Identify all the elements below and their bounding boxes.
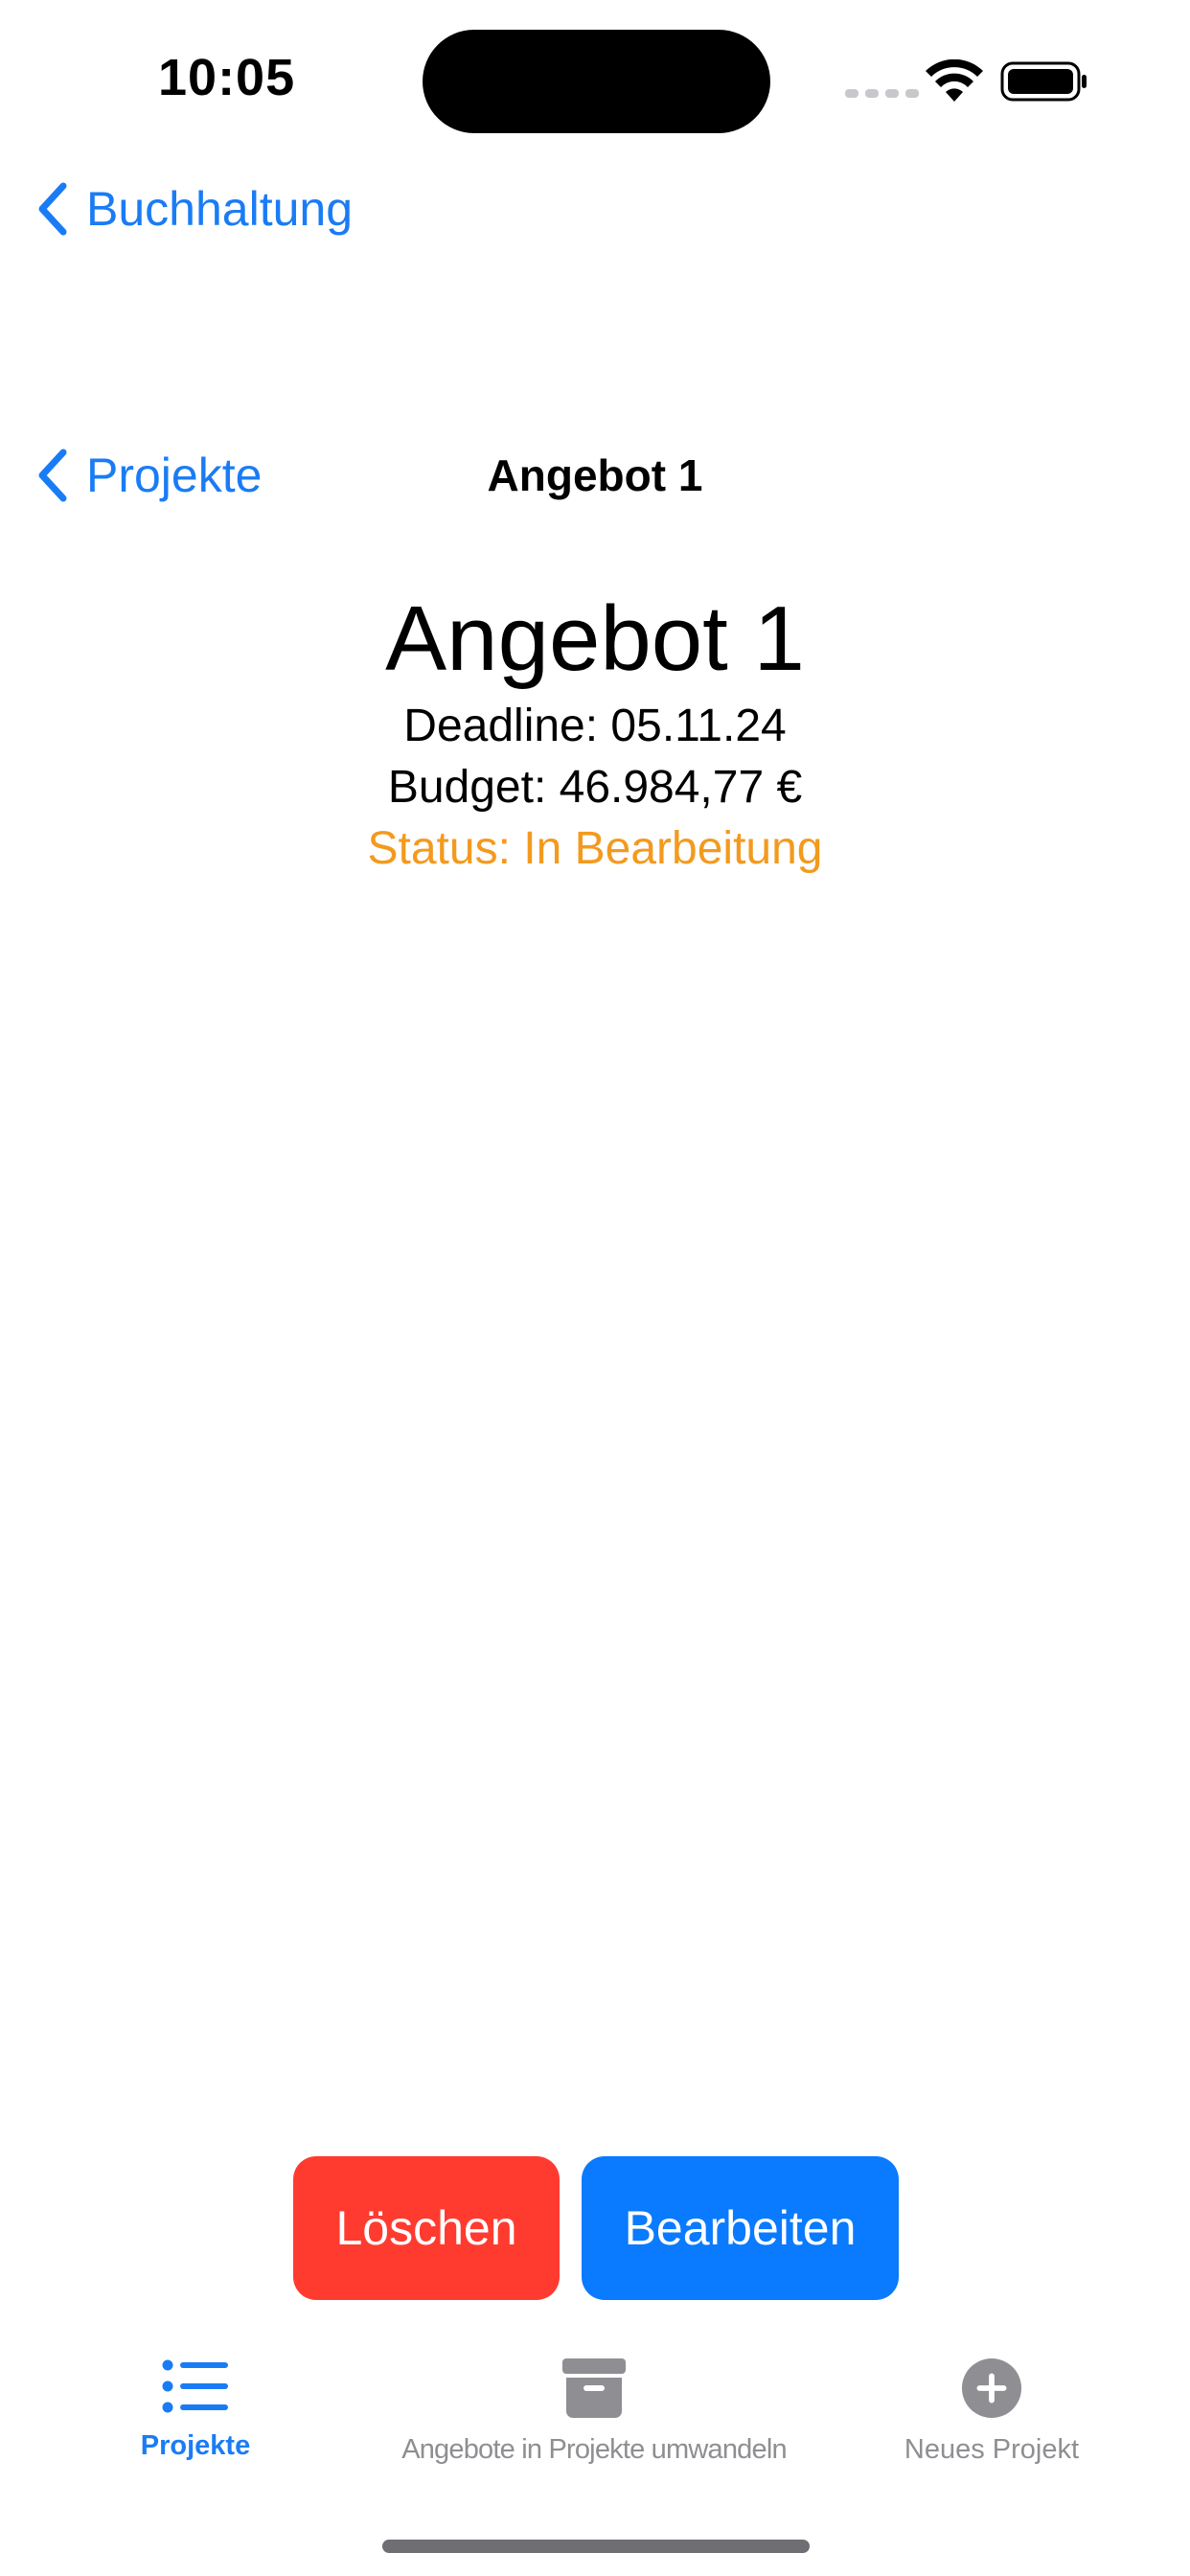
wifi-icon xyxy=(926,59,983,102)
tab-neues-projekt[interactable]: Neues Projekt xyxy=(862,2358,1121,2466)
cellular-signal-icon xyxy=(845,89,919,98)
status-time: 10:05 xyxy=(158,49,296,106)
plus-circle-icon xyxy=(961,2358,1022,2419)
archive-box-icon xyxy=(562,2358,626,2418)
list-bullet-icon xyxy=(162,2359,228,2413)
back-button-label: Buchhaltung xyxy=(86,182,354,236)
offer-title: Angebot 1 xyxy=(385,587,805,690)
nav-title: Angebot 1 xyxy=(487,450,703,500)
tab-projekte[interactable]: Projekte xyxy=(100,2358,291,2462)
tab-label: Angebote in Projekte umwandeln xyxy=(401,2434,787,2465)
battery-icon xyxy=(1000,61,1087,102)
status-text: Status: In Bearbeitung xyxy=(367,823,823,874)
chevron-left-icon xyxy=(38,182,67,236)
edit-button[interactable]: Bearbeiten xyxy=(582,2156,899,2300)
back-button-buchhaltung[interactable]: Buchhaltung xyxy=(34,180,353,238)
tab-label: Neues Projekt xyxy=(904,2434,1080,2465)
tab-angebote-umwandeln[interactable]: Angebote in Projekte umwandeln xyxy=(383,2358,805,2466)
budget-text: Budget: 46.984,77 € xyxy=(387,762,803,813)
dynamic-island xyxy=(423,30,770,133)
deadline-text: Deadline: 05.11.24 xyxy=(403,701,787,751)
tab-label: Projekte xyxy=(140,2430,251,2461)
delete-button[interactable]: Löschen xyxy=(293,2156,560,2300)
home-indicator[interactable] xyxy=(382,2540,810,2553)
